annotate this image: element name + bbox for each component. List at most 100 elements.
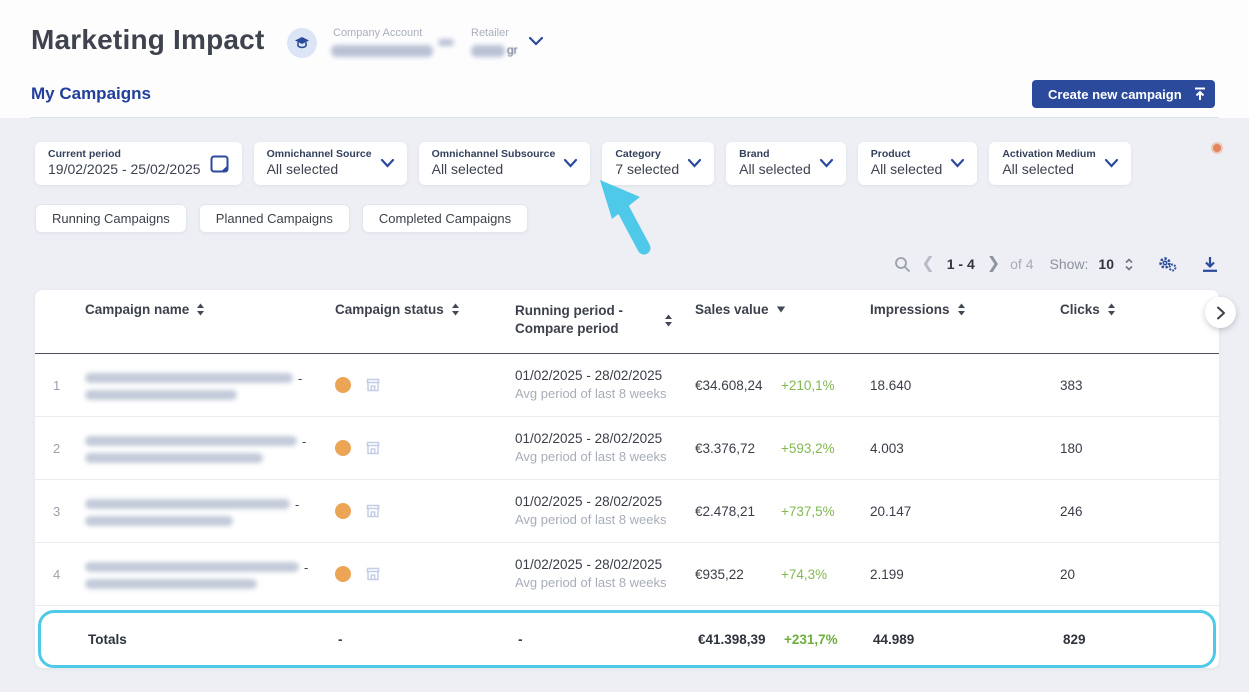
status-dot: [335, 566, 351, 582]
filter-product[interactable]: Product All selected: [858, 142, 978, 185]
totals-sales-value: €41.398,39: [698, 632, 784, 647]
page-size-stepper[interactable]: [1124, 257, 1134, 272]
store-icon: [364, 503, 382, 519]
page-total: of 4: [1010, 256, 1033, 272]
sort-icon: [196, 303, 205, 316]
retailer-label: Retailer: [471, 27, 509, 39]
clicks-value: 20: [1060, 567, 1219, 582]
campaign-name-redacted: -: [85, 493, 335, 530]
column-header-campaign-status[interactable]: Campaign status: [335, 302, 515, 317]
filter-label: Omnichannel Subsource: [432, 148, 556, 161]
sales-value: €34.608,24: [695, 378, 781, 393]
filter-current-period[interactable]: Current period 19/02/2025 - 25/02/2025: [35, 142, 242, 185]
store-icon: [364, 440, 382, 456]
impressions-value: 20.147: [870, 504, 1060, 519]
campaigns-table: Campaign name Campaign status Running pe…: [35, 290, 1219, 668]
filter-label: Current period: [48, 148, 201, 161]
filter-value: All selected: [871, 161, 943, 178]
company-account-value-redacted[interactable]: [331, 45, 433, 57]
clicks-value: 383: [1060, 378, 1219, 393]
sales-delta: +210,1%: [781, 378, 835, 393]
scroll-right-button[interactable]: [1205, 297, 1236, 328]
sort-icon: [451, 303, 460, 316]
filter-value: All selected: [739, 161, 811, 178]
filter-label: Activation Medium: [1002, 148, 1095, 161]
table-row[interactable]: 2 - 01/02/2025 - 28/02/2025 Avg period o…: [35, 417, 1219, 480]
chevron-left-icon[interactable]: ❮: [921, 256, 934, 272]
table-toolbar: ❮ 1 - 4 ❯ of 4 Show: 10: [894, 250, 1219, 278]
campaign-tabs: Running Campaigns Planned Campaigns Comp…: [35, 204, 528, 233]
chevron-down-icon[interactable]: [528, 36, 544, 46]
totals-clicks-value: 829: [1063, 632, 1213, 647]
filter-omnichannel-subsource[interactable]: Omnichannel Subsource All selected: [419, 142, 591, 185]
filter-bar: Current period 19/02/2025 - 25/02/2025 O…: [35, 142, 1131, 185]
education-badge[interactable]: [287, 28, 317, 58]
sales-delta: +737,5%: [781, 504, 835, 519]
sales-delta: +74,3%: [781, 567, 827, 582]
gear-icon[interactable]: [1158, 256, 1177, 272]
company-account-label: Company Account: [333, 27, 422, 39]
company-account-sup-redacted: [438, 39, 454, 46]
notification-dot: [1213, 144, 1221, 152]
totals-sales-delta: +231,7%: [784, 632, 838, 647]
calendar-icon: [209, 153, 230, 174]
chevron-right-icon: [1216, 306, 1226, 320]
filter-label: Category: [615, 148, 679, 161]
column-header-clicks[interactable]: Clicks: [1060, 302, 1219, 317]
filter-omnichannel-source[interactable]: Omnichannel Source All selected: [254, 142, 407, 185]
impressions-value: 4.003: [870, 441, 1060, 456]
filter-value: 7 selected: [615, 161, 679, 178]
sort-icon: [1107, 303, 1116, 316]
column-header-impressions[interactable]: Impressions: [870, 302, 1060, 317]
upload-icon: [1192, 86, 1208, 102]
chevron-down-icon: [1104, 158, 1119, 168]
show-label: Show:: [1050, 256, 1089, 272]
filter-label: Product: [871, 148, 943, 161]
chevron-down-icon: [819, 158, 834, 168]
page-range: 1 - 4: [947, 256, 975, 272]
store-icon: [364, 377, 382, 393]
impressions-value: 18.640: [870, 378, 1060, 393]
table-row[interactable]: 1 - 01/02/2025 - 28/02/2025 Avg period o…: [35, 354, 1219, 417]
column-header-running-period[interactable]: Running period - Compare period: [515, 302, 695, 338]
column-header-sales-value[interactable]: Sales value: [695, 302, 870, 317]
marketing-impact-page: Marketing Impact Company Account Retaile…: [0, 0, 1249, 692]
filter-value: All selected: [267, 161, 372, 178]
chevron-right-icon[interactable]: ❯: [987, 256, 1000, 272]
campaign-name-redacted: -: [85, 430, 335, 467]
download-icon[interactable]: [1201, 256, 1219, 273]
impressions-value: 2.199: [870, 567, 1060, 582]
upload-button[interactable]: [1184, 80, 1215, 108]
filter-value: 19/02/2025 - 25/02/2025: [48, 161, 201, 178]
cursor-arrow-icon: [596, 178, 658, 256]
tab-completed-campaigns[interactable]: Completed Campaigns: [362, 204, 528, 233]
filter-activation-medium[interactable]: Activation Medium All selected: [989, 142, 1130, 185]
sales-value: €2.478,21: [695, 504, 781, 519]
search-icon[interactable]: [894, 256, 911, 273]
chevron-down-icon: [687, 158, 702, 168]
chevron-down-icon: [563, 158, 578, 168]
page-title: Marketing Impact: [31, 24, 264, 56]
table-row[interactable]: 3 - 01/02/2025 - 28/02/2025 Avg period o…: [35, 480, 1219, 543]
table-header-row: Campaign name Campaign status Running pe…: [35, 290, 1219, 354]
status-dot: [335, 377, 351, 393]
campaign-name-redacted: -: [85, 367, 335, 404]
section-title: My Campaigns: [31, 84, 151, 104]
store-icon: [364, 566, 382, 582]
chevron-down-icon: [950, 158, 965, 168]
clicks-value: 246: [1060, 504, 1219, 519]
column-header-campaign-name[interactable]: Campaign name: [85, 302, 335, 317]
totals-label: Totals: [88, 632, 338, 647]
tab-running-campaigns[interactable]: Running Campaigns: [35, 204, 187, 233]
filter-brand[interactable]: Brand All selected: [726, 142, 846, 185]
status-dot: [335, 440, 351, 456]
table-row[interactable]: 4 - 01/02/2025 - 28/02/2025 Avg period o…: [35, 543, 1219, 606]
totals-row: Totals - - €41.398,39 +231,7% 44.989 829: [38, 610, 1216, 668]
tab-planned-campaigns[interactable]: Planned Campaigns: [199, 204, 350, 233]
create-new-campaign-button[interactable]: Create new campaign: [1032, 80, 1198, 108]
sort-icon: [957, 303, 966, 316]
filter-value: All selected: [1002, 161, 1095, 178]
section-divider: [30, 117, 1219, 118]
sort-icon: [664, 314, 673, 327]
retailer-value-redacted[interactable]: [471, 45, 505, 57]
